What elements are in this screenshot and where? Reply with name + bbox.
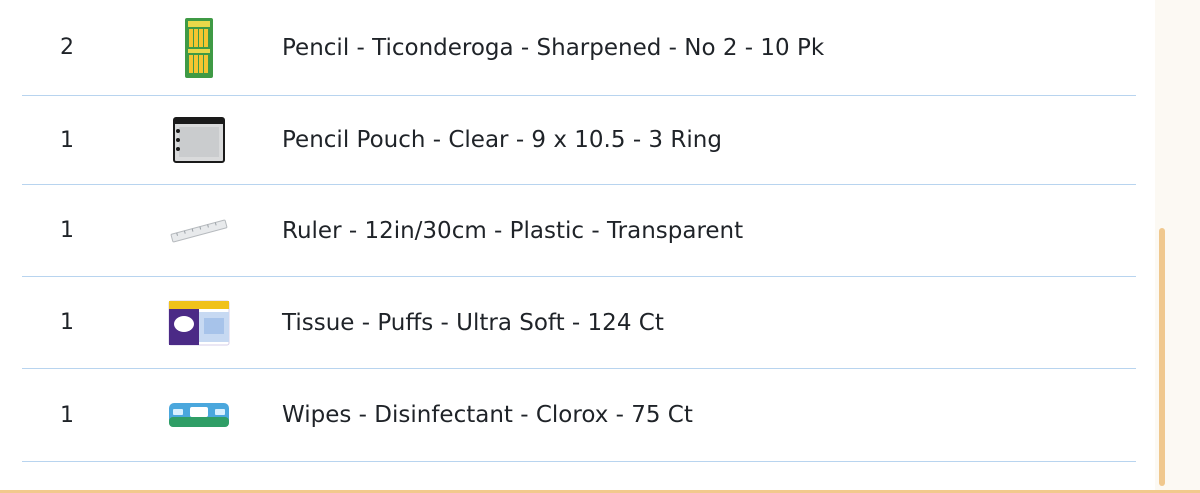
item-quantity: 1 — [60, 127, 74, 153]
pencil-pack-icon — [164, 17, 234, 78]
scrollbar-thumb[interactable] — [1159, 228, 1165, 486]
item-name: Ruler - 12in/30cm - Plastic - Transparen… — [282, 217, 744, 244]
list-item: 2 Pencil - Ticonderoga - Sharpened - No … — [22, 0, 1136, 96]
pencil-pouch-icon — [164, 110, 234, 170]
item-quantity: 1 — [60, 402, 74, 428]
item-name: Pencil Pouch - Clear - 9 x 10.5 - 3 Ring — [282, 127, 722, 153]
supply-list: 2 Pencil - Ticonderoga - Sharpened - No … — [22, 0, 1136, 462]
ruler-icon — [164, 201, 234, 261]
item-name: Wipes - Disinfectant - Clorox - 75 Ct — [282, 402, 693, 428]
item-name: Pencil - Ticonderoga - Sharpened - No 2 … — [282, 34, 825, 61]
list-item: 1 Ruler - 12in/30cm - Plastic - Transpar… — [22, 185, 1136, 277]
list-item: 1 Pencil Pouch - Clear - 9 x 10.5 - 3 Ri… — [22, 96, 1136, 185]
item-quantity: 1 — [60, 310, 74, 335]
supply-list-panel: 2 Pencil - Ticonderoga - Sharpened - No … — [0, 0, 1155, 493]
list-item: 1 Tissue - Puffs - Ultra Soft - 124 Ct — [22, 277, 1136, 369]
tissue-box-icon — [164, 293, 234, 353]
item-quantity: 2 — [60, 35, 74, 60]
list-item: 1 Wipes - Disinfectant - Clorox - 75 Ct — [22, 369, 1136, 462]
wipes-pack-icon — [164, 385, 234, 445]
item-name: Tissue - Puffs - Ultra Soft - 124 Ct — [282, 309, 664, 336]
item-quantity: 1 — [60, 218, 74, 243]
